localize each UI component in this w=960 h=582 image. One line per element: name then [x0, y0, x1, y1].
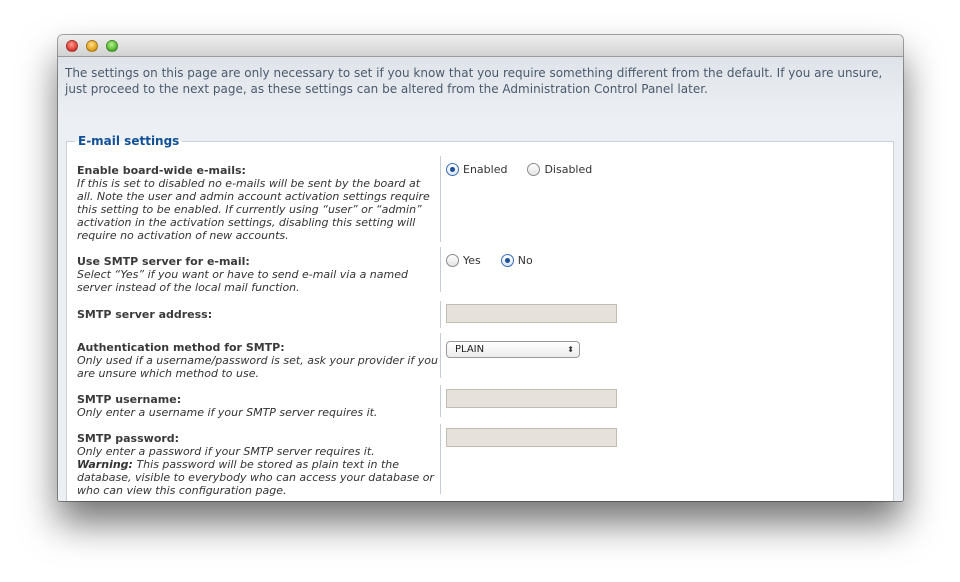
smtp-options: Yes No: [446, 254, 553, 267]
smtp-pass-desc: Only enter a password if your SMTP serve…: [77, 445, 439, 497]
fieldset-legend: E-mail settings: [75, 132, 183, 150]
radio-unselected-icon[interactable]: [527, 163, 541, 176]
smtp-auth-value: PLAIN: [455, 344, 485, 355]
window-titlebar: [58, 35, 903, 57]
smtp-auth-select[interactable]: PLAIN ⬍: [446, 341, 580, 358]
radio-selected-icon[interactable]: [500, 254, 514, 267]
smtp-yes-option[interactable]: Yes: [446, 254, 481, 267]
smtp-auth-label: Authentication method for SMTP: Only use…: [77, 341, 439, 380]
smtp-pass-warning-label: Warning:: [77, 458, 133, 471]
intro-text: The settings on this page are only neces…: [65, 66, 883, 96]
updown-arrows-icon: ⬍: [567, 345, 574, 354]
smtp-user-title: SMTP username:: [77, 393, 182, 406]
radio-selected-icon[interactable]: [446, 163, 459, 176]
board-emails-label: Enable board-wide e-mails: If this is se…: [77, 164, 439, 242]
smtp-pass-title: SMTP password:: [77, 432, 180, 445]
column-separator: [440, 247, 441, 292]
smtp-auth-desc: Only used if a username/password is set,…: [77, 354, 438, 380]
close-window-button[interactable]: [66, 40, 78, 52]
board-emails-disabled-option[interactable]: Disabled: [527, 163, 592, 176]
smtp-label: Use SMTP server for e-mail: Select “Yes”…: [77, 255, 439, 294]
smtp-host-label: SMTP server address:: [77, 308, 439, 321]
zoom-window-button[interactable]: [106, 40, 118, 52]
board-emails-title: Enable board-wide e-mails:: [77, 164, 246, 177]
minimize-window-button[interactable]: [86, 40, 98, 52]
column-separator: [440, 156, 441, 242]
board-emails-desc: If this is set to disabled no e-mails wi…: [77, 177, 430, 242]
smtp-host-title: SMTP server address:: [77, 308, 213, 321]
smtp-desc: Select “Yes” if you want or have to send…: [77, 268, 408, 294]
column-separator: [440, 333, 441, 378]
smtp-no-option[interactable]: No: [500, 254, 533, 267]
smtp-pass-desc-text: Only enter a password if your SMTP serve…: [77, 445, 375, 458]
radio-unselected-icon[interactable]: [446, 254, 459, 267]
smtp-pass-label: SMTP password: Only enter a password if …: [77, 432, 439, 497]
smtp-user-label: SMTP username: Only enter a username if …: [77, 393, 439, 419]
smtp-user-input[interactable]: [446, 389, 617, 408]
board-emails-enabled-option[interactable]: Enabled: [446, 163, 507, 176]
smtp-auth-title: Authentication method for SMTP:: [77, 341, 285, 354]
smtp-host-input[interactable]: [446, 304, 617, 323]
radio-label: No: [517, 254, 533, 267]
radio-label: Enabled: [463, 163, 508, 176]
smtp-user-desc: Only enter a username if your SMTP serve…: [77, 406, 378, 419]
page-content: The settings on this page are only neces…: [58, 57, 903, 501]
radio-label: Disabled: [544, 163, 593, 176]
column-separator: [440, 385, 441, 417]
email-settings-fieldset: E-mail settings Enable board-wide e-mail…: [66, 132, 894, 501]
smtp-pass-input[interactable]: [446, 428, 617, 447]
browser-window: The settings on this page are only neces…: [58, 35, 903, 501]
radio-label: Yes: [463, 254, 481, 267]
column-separator: [440, 301, 441, 328]
column-separator: [440, 424, 441, 494]
board-emails-options: Enabled Disabled: [446, 163, 612, 176]
smtp-title: Use SMTP server for e-mail:: [77, 255, 250, 268]
